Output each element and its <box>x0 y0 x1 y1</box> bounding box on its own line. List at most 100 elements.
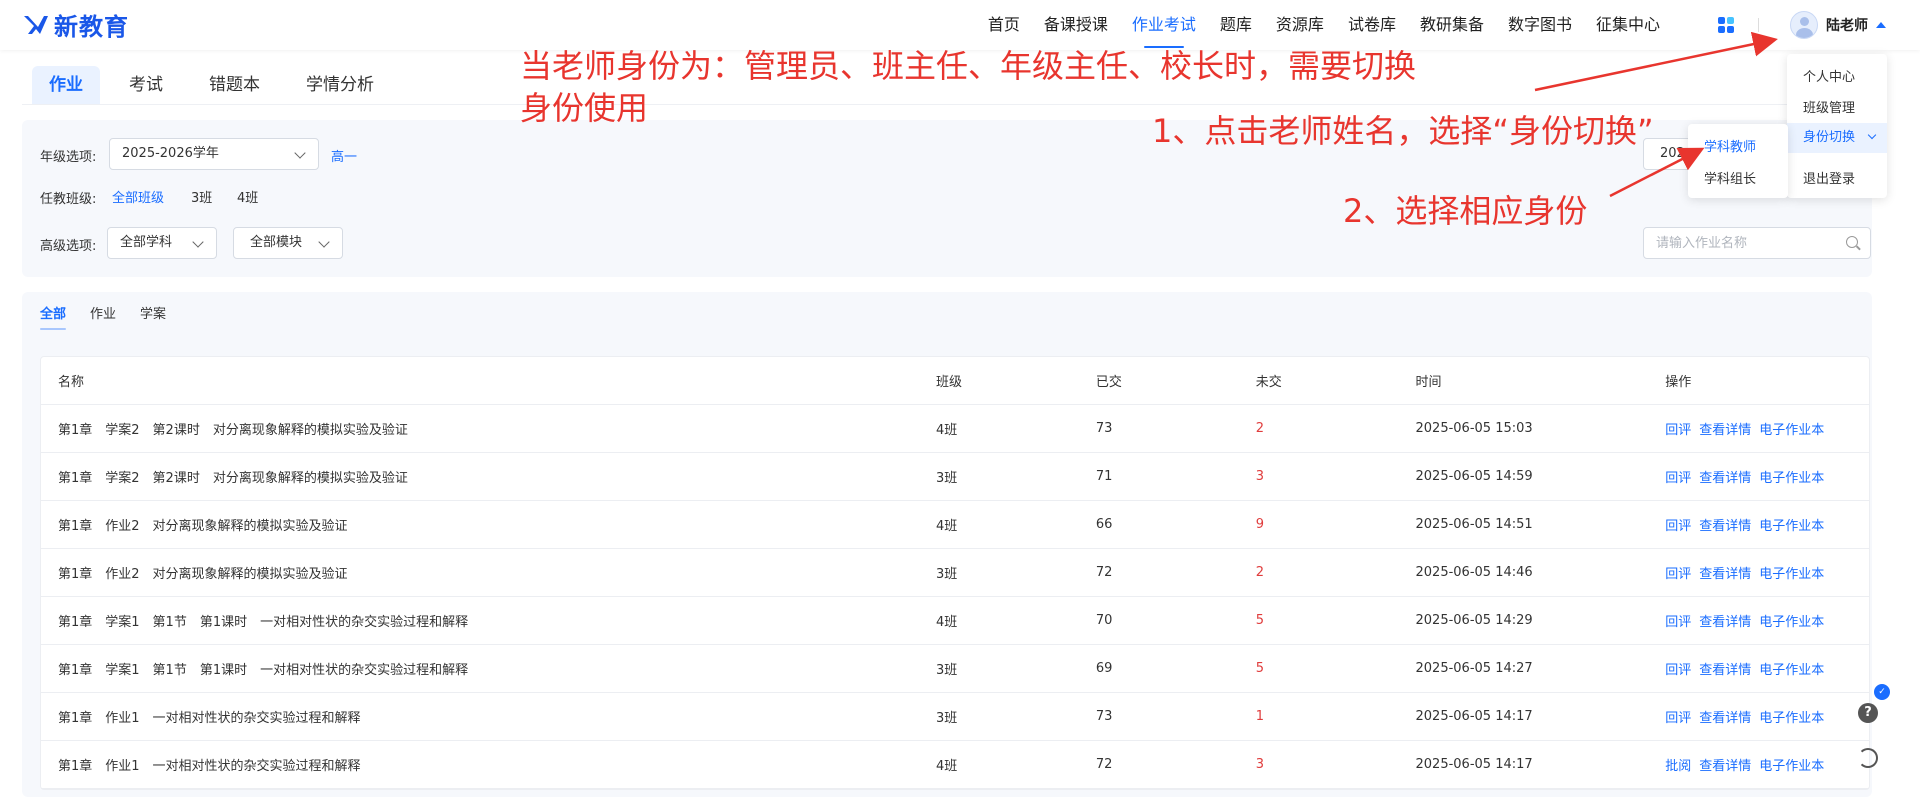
school-year-select[interactable]: 2025-2026学年 <box>109 138 319 170</box>
refresh-icon[interactable] <box>1858 748 1878 768</box>
review-link[interactable]: 回评 <box>1665 659 1691 678</box>
row-ops: 回评 查看详情 电子作业本 <box>1665 659 1869 678</box>
chevron-down-icon <box>1867 130 1877 140</box>
nav-item-resources[interactable]: 资源库 <box>1276 0 1324 50</box>
e-homework-book-link[interactable]: 电子作业本 <box>1759 515 1824 534</box>
review-link[interactable]: 回评 <box>1665 611 1691 630</box>
view-details-link[interactable]: 查看详情 <box>1699 467 1751 486</box>
top-header: 新教育 首页 备课授课 作业考试 题库 资源库 试卷库 教研集备 数字图书 征集… <box>0 0 1920 50</box>
e-homework-book-link[interactable]: 电子作业本 <box>1759 419 1824 438</box>
nav-item-research[interactable]: 教研集备 <box>1420 0 1484 50</box>
row-ops: 回评 查看详情 电子作业本 <box>1665 611 1869 630</box>
user-name: 陆老师 <box>1826 18 1868 34</box>
row-class: 4班 <box>936 519 958 534</box>
review-link[interactable]: 回评 <box>1665 707 1691 726</box>
row-ops: 回评 查看详情 电子作业本 <box>1665 707 1869 726</box>
table-row: 第1章 学案2 第2课时 对分离现象解释的模拟实验及验证 3班 71 3 2025-06… <box>41 453 1869 501</box>
annotation-step2: 2、选择相应身份 <box>1343 192 1588 230</box>
row-submitted: 73 <box>1095 709 1113 724</box>
row-unsubmitted: 3 <box>1255 757 1264 772</box>
row-class: 4班 <box>936 615 958 630</box>
menu-item-logout[interactable]: 退出登录 <box>1803 168 1855 187</box>
review-link[interactable]: 批阅 <box>1665 755 1691 774</box>
nav-item-question-bank[interactable]: 题库 <box>1220 0 1252 50</box>
view-details-link[interactable]: 查看详情 <box>1699 563 1751 582</box>
row-time: 2025-06-05 14:29 <box>1415 613 1533 628</box>
apps-grid-icon[interactable] <box>1718 17 1734 33</box>
row-name: 第1章 作业1 一对相对性状的杂交实验过程和解释 <box>58 711 361 726</box>
row-time: 2025-06-05 14:17 <box>1415 709 1533 724</box>
chevron-down-icon <box>318 236 330 248</box>
nav-item-paper-bank[interactable]: 试卷库 <box>1348 0 1396 50</box>
col-submitted-header: 已交 <box>1095 375 1122 390</box>
nav-item-collection-center[interactable]: 征集中心 <box>1596 0 1660 50</box>
top-tabs: 作业 考试 错题本 学情分析 <box>32 66 403 104</box>
review-link[interactable]: 回评 <box>1665 515 1691 534</box>
row-ops: 回评 查看详情 电子作业本 <box>1665 563 1869 582</box>
review-link[interactable]: 回评 <box>1665 467 1691 486</box>
user-dropdown: 个人中心 班级管理 身份切换 退出登录 <box>1787 54 1887 198</box>
tab-homework[interactable]: 作业 <box>32 66 100 104</box>
subject-value: 全部学科 <box>120 235 173 250</box>
col-time-header: 时间 <box>1415 375 1442 390</box>
identity-subject-leader[interactable]: 学科组长 <box>1704 168 1756 187</box>
e-homework-book-link[interactable]: 电子作业本 <box>1759 467 1824 486</box>
tab-exam[interactable]: 考试 <box>112 66 180 104</box>
nav-item-homework-exam[interactable]: 作业考试 <box>1132 0 1196 50</box>
nav-item-digital-books[interactable]: 数字图书 <box>1508 0 1572 50</box>
table-row: 第1章 学案1 第1节 第1课时 一对相对性状的杂交实验过程和解释 4班 70 5 20… <box>41 597 1869 645</box>
class-option-4[interactable]: 4班 <box>237 187 258 206</box>
avatar <box>1790 11 1818 39</box>
year-value: 202 <box>1660 146 1685 161</box>
view-details-link[interactable]: 查看详情 <box>1699 659 1751 678</box>
tab-error-book[interactable]: 错题本 <box>192 66 277 104</box>
row-name: 第1章 学案2 第2课时 对分离现象解释的模拟实验及验证 <box>58 423 408 438</box>
search-icon[interactable] <box>1846 236 1858 248</box>
menu-item-switch-identity[interactable]: 身份切换 <box>1787 123 1887 153</box>
nav-item-lesson-prep[interactable]: 备课授课 <box>1044 0 1108 50</box>
review-link[interactable]: 回评 <box>1665 419 1691 438</box>
row-submitted: 69 <box>1095 661 1113 676</box>
e-homework-book-link[interactable]: 电子作业本 <box>1759 659 1824 678</box>
review-link[interactable]: 回评 <box>1665 563 1691 582</box>
e-homework-book-link[interactable]: 电子作业本 <box>1759 563 1824 582</box>
view-details-link[interactable]: 查看详情 <box>1699 419 1751 438</box>
logo[interactable]: 新教育 <box>22 9 129 41</box>
e-homework-book-link[interactable]: 电子作业本 <box>1759 755 1824 774</box>
row-ops: 回评 查看详情 电子作业本 <box>1665 467 1869 486</box>
user-menu-trigger[interactable]: 陆老师 <box>1790 11 1886 39</box>
view-details-link[interactable]: 查看详情 <box>1699 515 1751 534</box>
tab-learning-analysis[interactable]: 学情分析 <box>289 66 391 104</box>
menu-item-profile[interactable]: 个人中心 <box>1803 66 1855 85</box>
nav-item-home[interactable]: 首页 <box>988 0 1020 50</box>
search-input[interactable] <box>1644 228 1824 258</box>
view-details-link[interactable]: 查看详情 <box>1699 707 1751 726</box>
row-class: 3班 <box>936 471 958 486</box>
row-unsubmitted: 2 <box>1255 421 1264 436</box>
e-homework-book-link[interactable]: 电子作业本 <box>1759 611 1824 630</box>
help-icon[interactable]: ? <box>1858 703 1878 723</box>
row-name: 第1章 作业1 一对相对性状的杂交实验过程和解释 <box>58 759 361 774</box>
identity-subject-teacher[interactable]: 学科教师 <box>1704 136 1756 155</box>
col-class-header: 班级 <box>936 375 963 390</box>
e-homework-book-link[interactable]: 电子作业本 <box>1759 707 1824 726</box>
subtab-study-guide[interactable]: 学案 <box>140 306 166 336</box>
menu-item-class-manage[interactable]: 班级管理 <box>1803 97 1855 116</box>
row-submitted: 72 <box>1095 565 1113 580</box>
grade-option[interactable]: 高一 <box>331 146 357 165</box>
row-time: 2025-06-05 14:27 <box>1415 661 1533 676</box>
row-ops: 回评 查看详情 电子作业本 <box>1665 515 1869 534</box>
row-time: 2025-06-05 14:17 <box>1415 757 1533 772</box>
table-row: 第1章 作业2 对分离现象解释的模拟实验及验证 4班 66 9 2025-06-05 1… <box>41 501 1869 549</box>
subject-select[interactable]: 全部学科 <box>107 227 217 259</box>
class-option-3[interactable]: 3班 <box>191 187 212 206</box>
view-details-link[interactable]: 查看详情 <box>1699 755 1751 774</box>
row-name: 第1章 作业2 对分离现象解释的模拟实验及验证 <box>58 519 348 534</box>
module-select[interactable]: 全部模块 <box>233 227 343 259</box>
subtab-homework[interactable]: 作业 <box>90 306 116 336</box>
row-time: 2025-06-05 14:59 <box>1415 469 1533 484</box>
view-details-link[interactable]: 查看详情 <box>1699 611 1751 630</box>
class-option-all[interactable]: 全部班级 <box>112 187 164 206</box>
subtab-all[interactable]: 全部 <box>40 306 67 336</box>
annotation-step1: 1、点击老师姓名，选择“身份切换” <box>1152 112 1654 150</box>
